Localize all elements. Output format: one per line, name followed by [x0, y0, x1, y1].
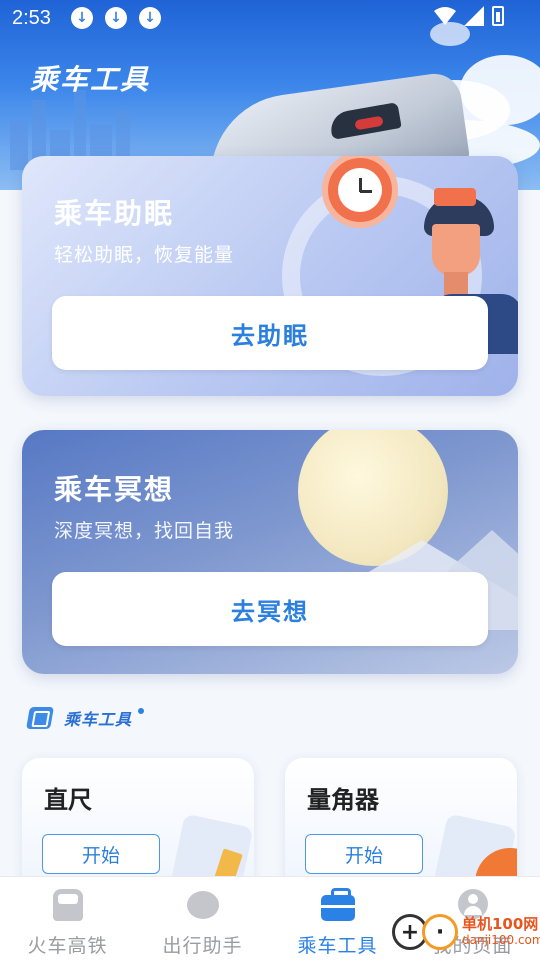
download-icon: ↓: [138, 7, 161, 29]
download-icon: ↓: [104, 7, 127, 29]
tools-section-header: 乘车工具: [26, 706, 145, 730]
nav-item-travel-assistant[interactable]: 出行助手: [135, 877, 270, 960]
nav-item-trains[interactable]: 火车高铁: [0, 877, 135, 960]
sleeping-person-illustration: [422, 184, 496, 302]
watermark-logo: + · 单机100网 danji100.com: [392, 914, 540, 950]
meditation-card-title: 乘车冥想: [54, 473, 175, 506]
wifi-icon: [434, 7, 456, 25]
train-icon: [52, 889, 83, 921]
ruler-start-button[interactable]: 开始: [42, 834, 160, 874]
status-bar: 2:53 ↓ ↓ ↓: [0, 0, 540, 36]
sleep-card-subtitle: 轻松助眠，恢复能量: [54, 244, 235, 266]
ruler-tool-title: 直尺: [44, 786, 92, 814]
nav-label: 出行助手: [162, 935, 243, 957]
notebook-icon: [26, 707, 54, 729]
ring-circle-icon: ·: [422, 914, 458, 950]
nav-item-ride-tools[interactable]: 乘车工具: [270, 877, 405, 960]
status-time: 2:53: [12, 6, 51, 29]
meditation-card: 乘车冥想 深度冥想，找回自我 去冥想: [22, 430, 518, 674]
go-meditate-button[interactable]: 去冥想: [52, 572, 488, 646]
chat-icon: [186, 891, 219, 919]
signal-icon: [464, 6, 484, 26]
watermark-url: danji100.com: [462, 933, 540, 947]
nav-label: 乘车工具: [297, 935, 378, 957]
nav-label: 火车高铁: [27, 935, 108, 957]
tools-section-title: 乘车工具: [64, 710, 133, 729]
page-title: 乘车工具: [30, 63, 151, 96]
download-icon: ↓: [70, 7, 93, 29]
watermark-text: 单机100网: [462, 915, 539, 933]
go-sleep-button[interactable]: 去助眠: [52, 296, 488, 370]
cloud-decoration: [460, 55, 540, 125]
dot-decoration: [138, 708, 145, 714]
protractor-start-button[interactable]: 开始: [305, 834, 423, 874]
sleep-card: 乘车助眠 轻松助眠，恢复能量 去助眠: [22, 156, 518, 396]
toolbox-icon: [320, 888, 355, 921]
protractor-tool-title: 量角器: [307, 786, 379, 814]
battery-icon: [492, 6, 504, 26]
sleep-card-title: 乘车助眠: [54, 197, 175, 230]
meditation-card-subtitle: 深度冥想，找回自我: [54, 520, 235, 542]
status-indicators: [434, 6, 504, 26]
